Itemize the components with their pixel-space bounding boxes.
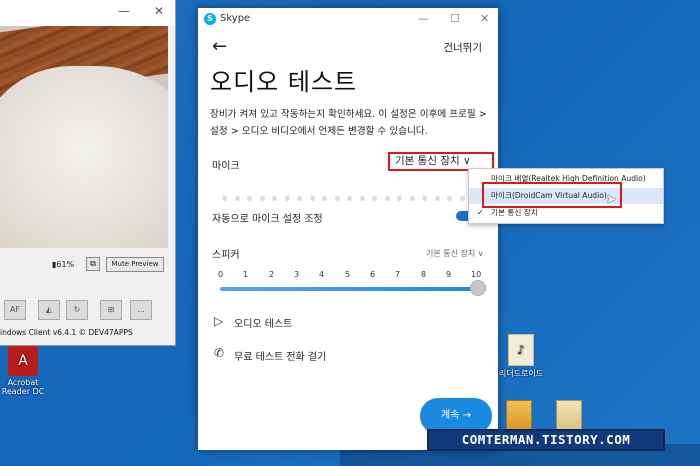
desktop-icon-readerdroid[interactable]: ♪ 리더드로이드 (496, 334, 546, 379)
volume-slider-track[interactable] (220, 287, 478, 291)
cursor-icon: ➤ (606, 192, 617, 206)
square-icon[interactable]: ⧉ (86, 257, 100, 271)
close-button[interactable]: ✕ (480, 12, 489, 25)
watermark: COMTERMAN.TISTORY.COM (427, 429, 665, 451)
scale-tick: 3 (294, 270, 300, 279)
phone-icon: ✆ (214, 346, 225, 360)
volume-slider-knob[interactable] (470, 280, 486, 296)
mic-label: 마이크 (212, 161, 240, 172)
skype-titlebar: S Skype — ☐ ✕ (198, 8, 498, 30)
scale-tick: 10 (471, 270, 482, 279)
page-title: 오디오 테스트 (210, 68, 358, 96)
scale-tick: 0 (218, 270, 224, 279)
skype-window: S Skype — ☐ ✕ ← 건너뛰기 오디오 테스트 장비가 켜져 있고 작… (198, 8, 498, 450)
desktop-icon-label: 리더드로이드 (498, 369, 544, 378)
status-row: ▮61% ⧉ Mute Preview (0, 256, 168, 274)
battery-level: ▮61% (52, 260, 75, 269)
skype-logo-icon: S (204, 13, 216, 25)
document-icon: ♪ (508, 334, 534, 366)
minimize-button[interactable]: — (118, 4, 130, 18)
mic-level-meter (222, 186, 482, 201)
mute-preview-button[interactable]: Mute Preview (106, 257, 164, 272)
rotate-icon[interactable]: ↻ (66, 300, 88, 320)
scale-tick: 9 (446, 270, 452, 279)
skip-link[interactable]: 건너뛰기 (443, 40, 482, 55)
acrobat-icon: A (8, 346, 38, 376)
speaker-label: 스피커 (212, 250, 240, 261)
zoom-icon[interactable]: ⊞ (100, 300, 122, 320)
scale-tick: 5 (345, 270, 351, 279)
droidcam-window: — ✕ ▮61% ⧉ Mute Preview AF ◭ ↻ ⊞ ... ind… (0, 0, 176, 346)
scale-tick: 2 (269, 270, 275, 279)
minimize-button[interactable]: — (418, 12, 429, 25)
tool-row: AF ◭ ↻ ⊞ ... (0, 300, 168, 322)
audio-test-link[interactable]: 오디오 테스트 (234, 315, 292, 330)
droidcam-titlebar: — ✕ (0, 0, 175, 26)
flip-icon[interactable]: ◭ (38, 300, 60, 320)
scale-tick: 1 (243, 270, 249, 279)
dropdown-option-label: 기본 통신 장치 (491, 208, 538, 217)
window-title: Skype (220, 13, 251, 24)
scale-tick: 6 (370, 270, 376, 279)
scale-tick: 7 (395, 270, 401, 279)
free-test-call-link[interactable]: 무료 테스트 전화 걸기 (234, 348, 326, 363)
highlight-box (482, 182, 622, 208)
scale-tick: 4 (319, 270, 325, 279)
close-button[interactable]: ✕ (154, 4, 164, 18)
folder-icon[interactable] (556, 400, 582, 432)
play-icon: ▷ (214, 314, 224, 328)
preview-cloth (0, 66, 168, 248)
scale-tick: 8 (421, 270, 427, 279)
folder-icon[interactable] (506, 400, 532, 432)
back-arrow-icon[interactable]: ← (212, 36, 227, 57)
speaker-select[interactable]: 기본 통신 장치 ∨ (426, 248, 484, 259)
more-button[interactable]: ... (130, 300, 152, 320)
desktop-icon-label: Acrobat Reader DC (1, 378, 45, 396)
af-button[interactable]: AF (4, 300, 26, 320)
auto-adjust-label: 자동으로 마이크 설정 조정 (212, 214, 323, 225)
desktop-icon-acrobat[interactable]: A Acrobat Reader DC (0, 346, 46, 396)
camera-preview (0, 26, 168, 248)
droidcam-footer: indows Client v6.4.1 © DEV47APPS (0, 328, 133, 337)
page-description: 장비가 켜져 있고 작동하는지 확인하세요. 이 설정은 이후에 프로필 > 설… (210, 109, 487, 137)
maximize-button[interactable]: ☐ (450, 12, 460, 25)
